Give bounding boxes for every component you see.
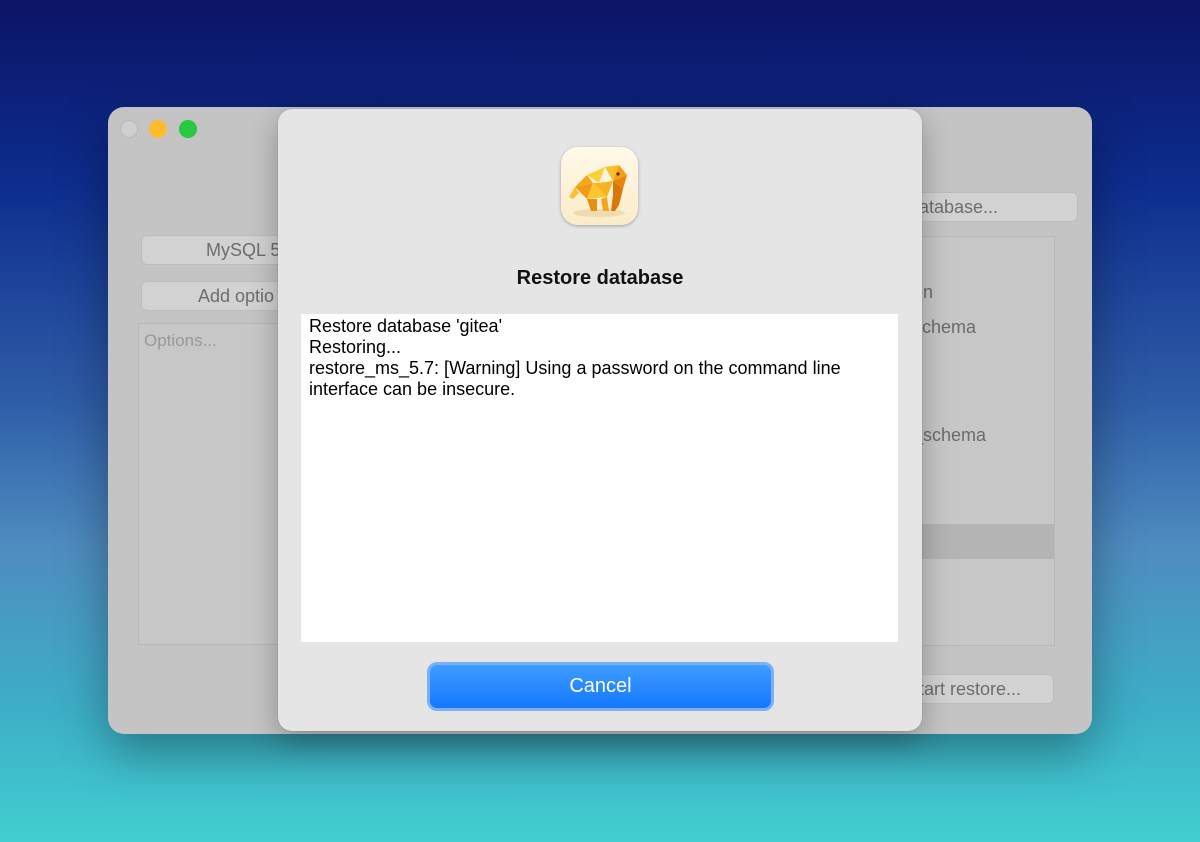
dialog-title: Restore database: [516, 267, 684, 289]
tableplus-elephant-icon: [561, 147, 638, 225]
add-options-button[interactable]: Add optio: [141, 281, 301, 311]
log-line: Restore database 'gitea': [309, 316, 502, 336]
database-list-selected-row[interactable]: [908, 524, 1054, 559]
restore-dialog: Restore database Restore database 'gitea…: [278, 109, 922, 731]
restore-log: Restore database 'gitea' Restoring... re…: [301, 314, 898, 642]
maximize-window-button[interactable]: [179, 120, 197, 138]
database-list-item[interactable]: schema: [913, 317, 976, 338]
database-list-item[interactable]: _schema: [913, 425, 986, 446]
minimize-window-button[interactable]: [149, 120, 167, 138]
server-select[interactable]: MySQL 5: [141, 235, 301, 265]
log-line: interface can be insecure.: [309, 379, 516, 399]
options-placeholder: Options...: [144, 331, 217, 350]
log-line: restore_ms_5.7: [Warning] Using a passwo…: [309, 358, 841, 378]
select-database-button[interactable]: atabase...: [898, 192, 1078, 222]
close-window-button[interactable]: [120, 120, 138, 138]
log-line: Restoring...: [309, 337, 402, 357]
cancel-button[interactable]: Cancel: [427, 662, 774, 711]
options-textarea[interactable]: [138, 323, 298, 645]
